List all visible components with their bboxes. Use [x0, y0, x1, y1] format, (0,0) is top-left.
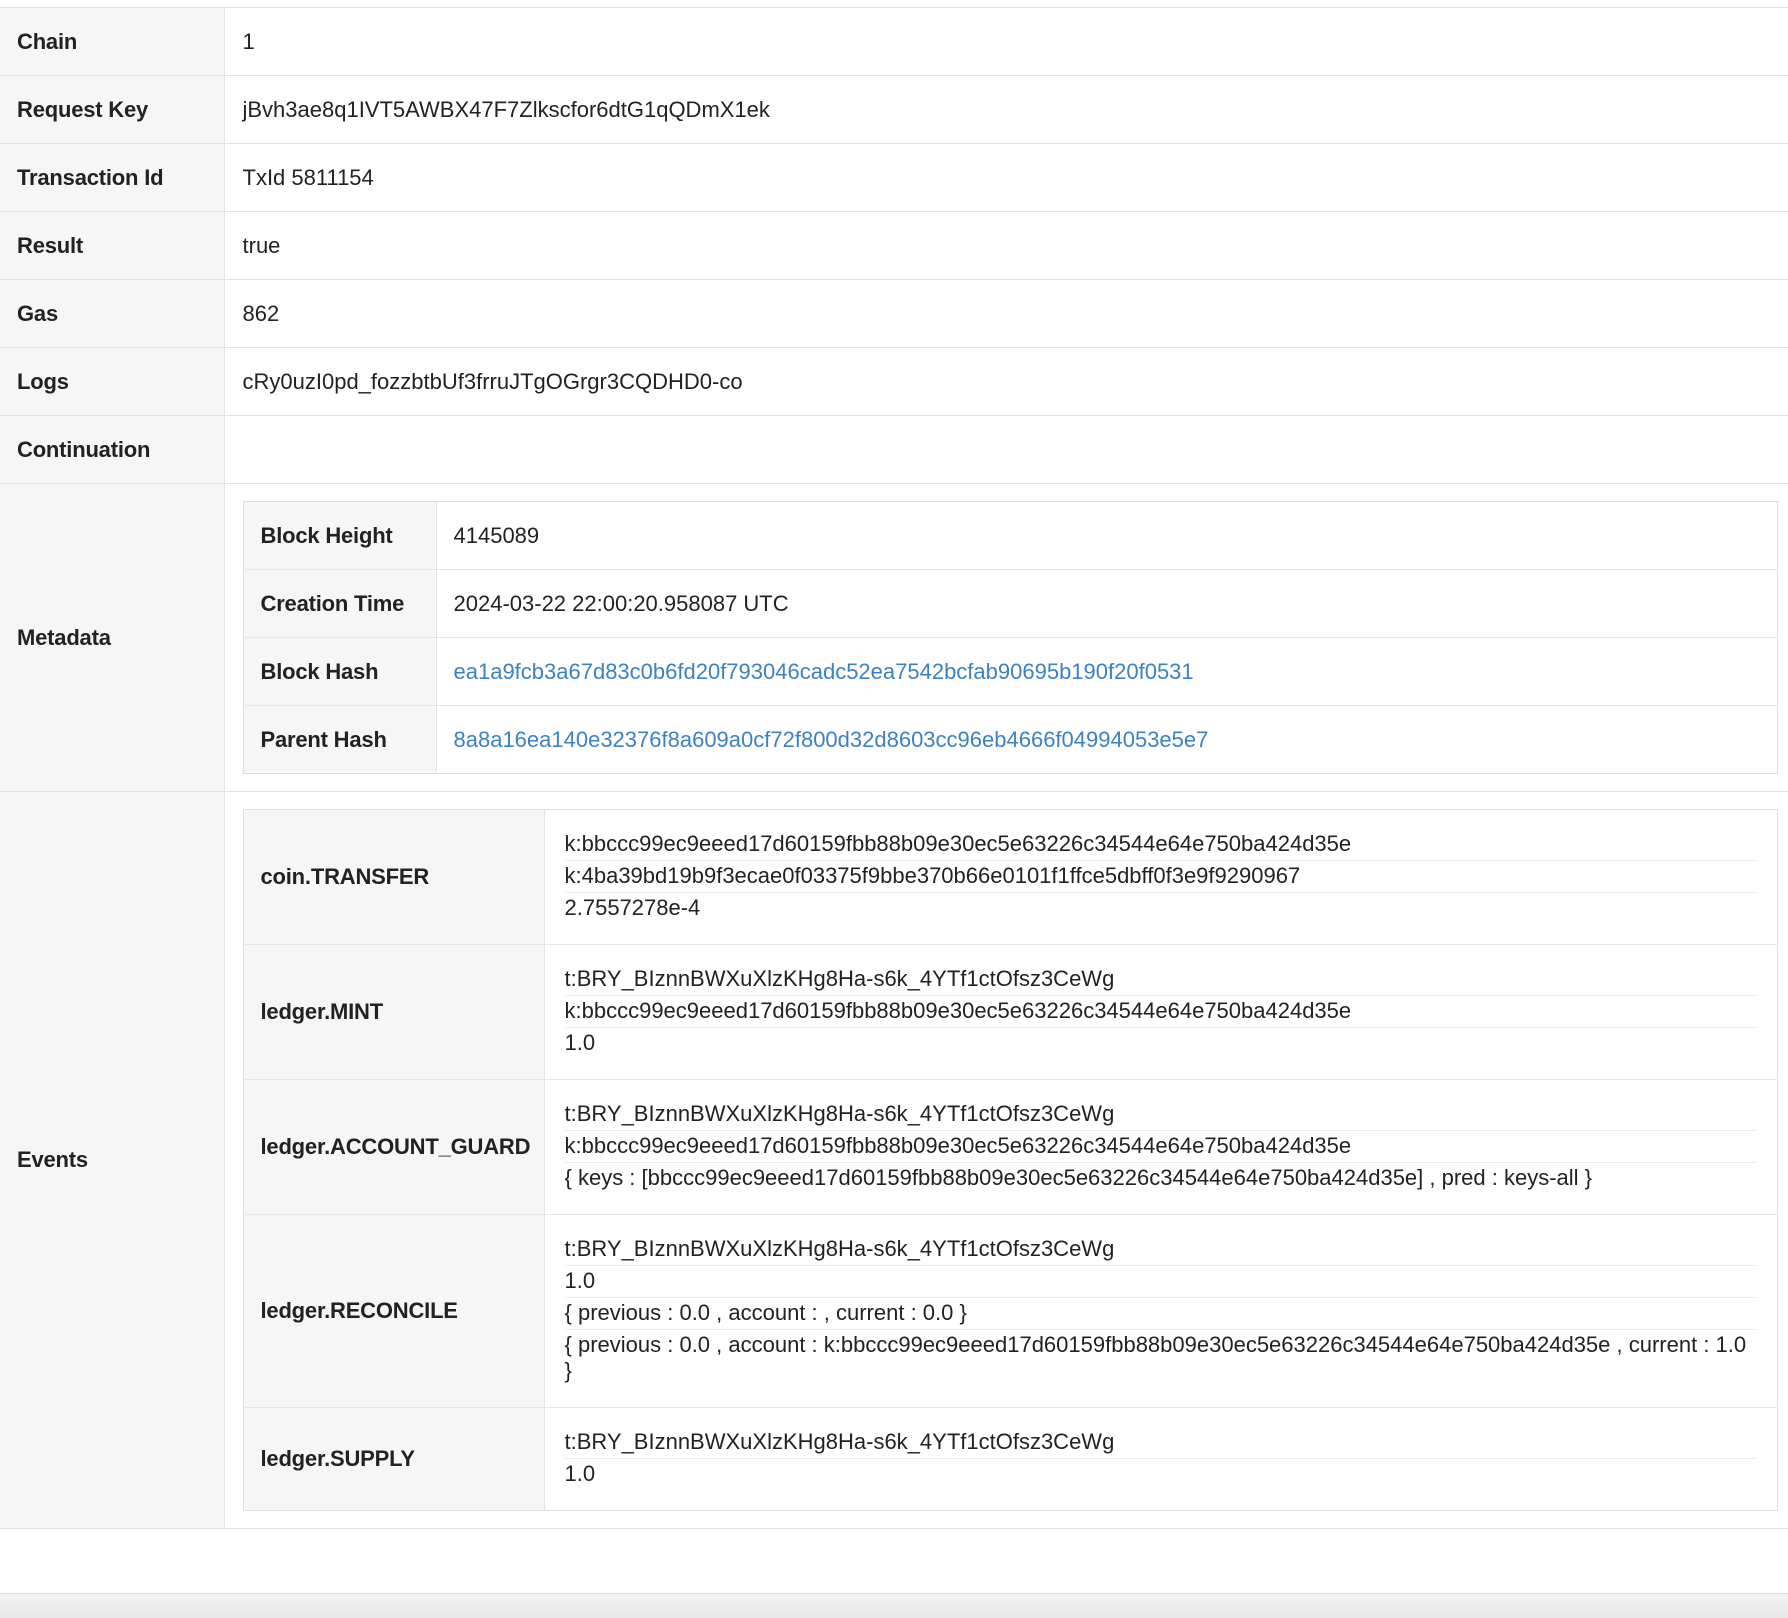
event-param: t:BRY_BIznnBWXuXlzKHg8Ha-s6k_4YTf1ctOfsz… [564, 1427, 1757, 1459]
creation-time-value: 2024-03-22 22:00:20.958087 UTC [436, 569, 1778, 638]
row-result: Result true [0, 211, 1788, 280]
row-continuation: Continuation [0, 415, 1788, 484]
row-label: Metadata [0, 483, 225, 792]
parent-hash-link[interactable]: 8a8a16ea140e32376f8a609a0cf72f800d32d860… [454, 727, 1209, 752]
event-param: k:bbccc99ec9eeed17d60159fbb88b09e30ec5e6… [564, 996, 1757, 1028]
meta-row-parent-hash: Parent Hash 8a8a16ea140e32376f8a609a0cf7… [243, 705, 1778, 774]
row-events: Events coin.TRANSFER k:bbccc99ec9eeed17d6… [0, 791, 1788, 1529]
event-param: t:BRY_BIznnBWXuXlzKHg8Ha-s6k_4YTf1ctOfsz… [564, 1234, 1757, 1266]
event-row: ledger.MINT t:BRY_BIznnBWXuXlzKHg8Ha-s6k_… [243, 944, 1778, 1080]
meta-row-block-hash: Block Hash ea1a9fcb3a67d83c0b6fd20f79304… [243, 637, 1778, 706]
event-name: ledger.SUPPLY [243, 1407, 545, 1511]
result-value: true [224, 211, 1788, 280]
row-request-key: Request Key jBvh3ae8q1IVT5AWBX47F7Zlkscf… [0, 75, 1788, 144]
event-param: t:BRY_BIznnBWXuXlzKHg8Ha-s6k_4YTf1ctOfsz… [564, 1099, 1757, 1131]
row-gas: Gas 862 [0, 279, 1788, 348]
event-row: ledger.RECONCILE t:BRY_BIznnBWXuXlzKHg8Ha… [243, 1214, 1778, 1408]
row-label: Chain [0, 7, 225, 76]
metadata-table: Block Height 4145089 Creation Time 2024-… [242, 501, 1778, 774]
metadata-cell: Block Height 4145089 Creation Time 2024-… [224, 483, 1788, 792]
event-param: k:bbccc99ec9eeed17d60159fbb88b09e30ec5e6… [564, 1131, 1757, 1163]
row-label: Result [0, 211, 225, 280]
gas-value: 862 [224, 279, 1788, 348]
event-params: t:BRY_BIznnBWXuXlzKHg8Ha-s6k_4YTf1ctOfsz… [544, 1214, 1778, 1408]
event-params: t:BRY_BIznnBWXuXlzKHg8Ha-s6k_4YTf1ctOfsz… [544, 1079, 1778, 1215]
event-param: 1.0 [564, 1461, 596, 1486]
row-chain: Chain 1 [0, 7, 1788, 76]
continuation-value [224, 415, 1788, 484]
row-logs: Logs cRy0uzI0pd_fozzbtbUf3frruJTgOGrgr3C… [0, 347, 1788, 416]
parent-hash-cell: 8a8a16ea140e32376f8a609a0cf72f800d32d860… [436, 705, 1778, 774]
block-height-value: 4145089 [453, 522, 540, 548]
event-params: k:bbccc99ec9eeed17d60159fbb88b09e30ec5e6… [544, 810, 1778, 945]
event-row: ledger.SUPPLY t:BRY_BIznnBWXuXlzKHg8Ha-s6… [243, 1407, 1778, 1511]
horizontal-scrollbar[interactable] [0, 1593, 1788, 1618]
row-metadata: Metadata Block Height 4145089 Creation T… [0, 483, 1788, 792]
event-param: 2.7557278e-4 [564, 895, 701, 920]
meta-row-block-height: Block Height 4145089 [243, 501, 1778, 570]
event-param: { previous : 0.0 , account : k:bbccc99ec… [564, 1332, 1747, 1383]
row-label: Events [0, 791, 225, 1529]
row-label: Gas [0, 279, 225, 348]
row-label: Transaction Id [0, 143, 225, 212]
meta-label: Block Hash [243, 637, 437, 706]
row-label: Continuation [0, 415, 225, 484]
transaction-table: Chain 1 Request Key jBvh3ae8q1IVT5AWBX47… [0, 7, 1788, 1529]
event-params: t:BRY_BIznnBWXuXlzKHg8Ha-s6k_4YTf1ctOfsz… [544, 1407, 1778, 1511]
row-label: Logs [0, 347, 225, 416]
block-hash-link[interactable]: ea1a9fcb3a67d83c0b6fd20f793046cadc52ea75… [454, 659, 1194, 684]
events-table: coin.TRANSFER k:bbccc99ec9eeed17d60159fbb… [242, 809, 1778, 1511]
event-name: ledger.ACCOUNT_GUARD [243, 1079, 545, 1215]
event-row: coin.TRANSFER k:bbccc99ec9eeed17d60159fbb… [243, 809, 1778, 945]
event-params: t:BRY_BIznnBWXuXlzKHg8Ha-s6k_4YTf1ctOfsz… [544, 944, 1778, 1080]
events-cell: coin.TRANSFER k:bbccc99ec9eeed17d60159fbb… [224, 791, 1788, 1529]
event-param: k:bbccc99ec9eeed17d60159fbb88b09e30ec5e6… [564, 829, 1757, 861]
logs-value: cRy0uzI0pd_fozzbtbUf3frruJTgOGrgr3CQDHD0… [224, 347, 1788, 416]
event-param: t:BRY_BIznnBWXuXlzKHg8Ha-s6k_4YTf1ctOfsz… [564, 964, 1757, 996]
event-param: k:4ba39bd19b9f3ecae0f03375f9bbe370b66e01… [564, 861, 1757, 893]
meta-label: Creation Time [243, 569, 437, 638]
meta-label: Parent Hash [243, 705, 437, 774]
event-name: coin.TRANSFER [243, 809, 545, 945]
row-label: Request Key [0, 75, 225, 144]
chain-value: 1 [224, 7, 1788, 76]
event-row: ledger.ACCOUNT_GUARD t:BRY_BIznnBWXuXlzKH… [243, 1079, 1778, 1215]
event-param: { keys : [bbccc99ec9eeed17d60159fbb88b09… [564, 1165, 1593, 1190]
transaction-detail: Chain 1 Request Key jBvh3ae8q1IVT5AWBX47… [0, 0, 1788, 1618]
block-hash-cell: ea1a9fcb3a67d83c0b6fd20f793046cadc52ea75… [436, 637, 1778, 706]
request-key-value: jBvh3ae8q1IVT5AWBX47F7Zlkscfor6dtG1qQDmX… [224, 75, 1788, 144]
row-transaction-id: Transaction Id TxId 5811154 [0, 143, 1788, 212]
meta-label: Block Height [243, 501, 437, 570]
event-param: 1.0 [564, 1030, 596, 1055]
meta-row-creation-time: Creation Time 2024-03-22 22:00:20.958087… [243, 569, 1778, 638]
event-name: ledger.RECONCILE [243, 1214, 545, 1408]
event-name: ledger.MINT [243, 944, 545, 1080]
event-param: 1.0 [564, 1266, 1757, 1298]
transaction-id-value: TxId 5811154 [224, 143, 1788, 212]
event-param: { previous : 0.0 , account : , current :… [564, 1298, 1757, 1330]
